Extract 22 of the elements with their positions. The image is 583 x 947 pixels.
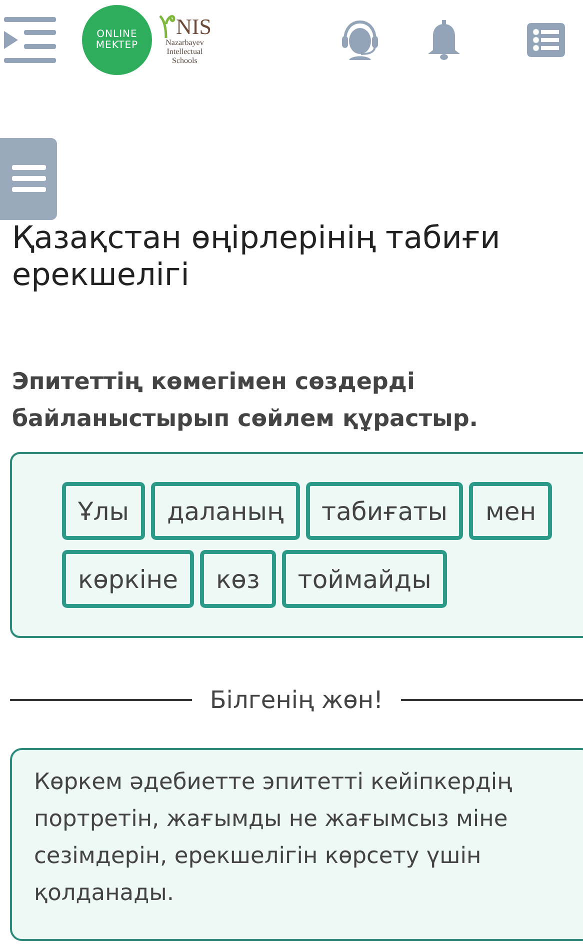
support-agent-icon[interactable]	[341, 20, 379, 60]
word-tile[interactable]: көз	[200, 550, 276, 608]
brand-subtitle: Intellectual	[166, 46, 203, 56]
bell-icon[interactable]	[427, 20, 461, 60]
word-tile[interactable]: даланың	[151, 482, 300, 540]
sidebar-toggle-icon[interactable]	[4, 17, 56, 63]
online-mektep-logo: ONLINE MEKTEP	[82, 5, 152, 75]
word-tile[interactable]: Ұлы	[62, 482, 145, 540]
lesson-title: Қазақстан өңірлерінің табиғи ерекшелігі	[11, 220, 502, 294]
brand-name: NIS	[176, 16, 212, 38]
word-tile[interactable]: табиғаты	[306, 482, 464, 540]
list-menu-icon[interactable]	[527, 23, 565, 57]
menu-icon	[12, 165, 46, 193]
word-tile[interactable]: көркіне	[62, 550, 194, 608]
task-instruction: Эпитеттің көмегімен сөздерді байланыстырып сөйлем құрастыр.	[11, 368, 480, 434]
brand-subtitle: Schools	[172, 56, 198, 64]
word-tile[interactable]: мен	[469, 482, 552, 540]
menu-button[interactable]	[0, 138, 57, 220]
tip-text: Көркем әдебиетте эпитетті кейіпкердің портретін, жағымды не жағымсыз міне сезімдерін, ерекшелігін көрсету үшін қолданады.	[34, 768, 514, 908]
tip-heading: Білгенің жөн!	[210, 686, 384, 714]
brand-subtitle: Nazarbayev	[166, 38, 204, 46]
word-tile[interactable]: тоймайды	[282, 550, 448, 608]
